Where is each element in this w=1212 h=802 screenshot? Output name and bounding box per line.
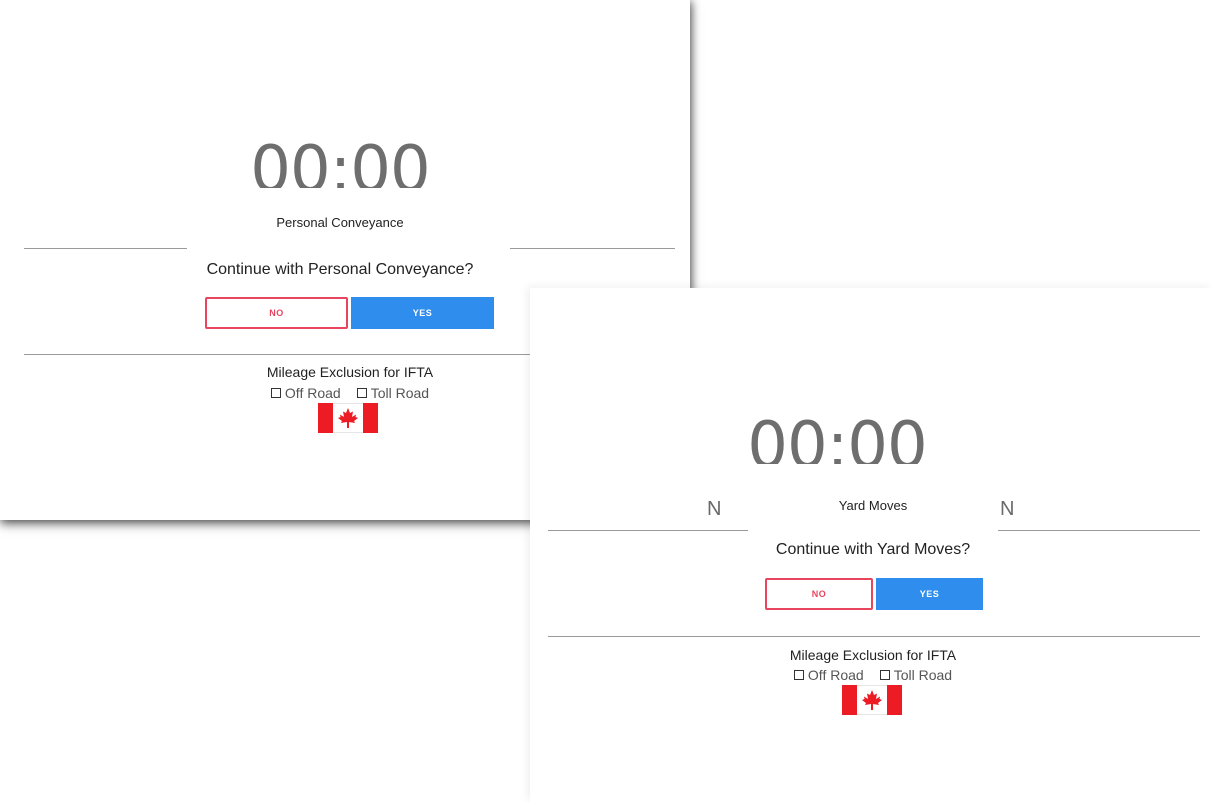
mode-title: Personal Conveyance (276, 215, 404, 230)
checkbox-icon (270, 388, 281, 398)
toll-road-checkbox[interactable]: Toll Road (879, 667, 953, 683)
divider-left (548, 530, 748, 531)
canada-flag-icon[interactable] (318, 403, 378, 433)
toll-road-label: Toll Road (370, 385, 430, 401)
checkbox-icon (793, 670, 804, 680)
ifta-label: Mileage Exclusion for IFTA (266, 364, 434, 380)
divider-right (998, 530, 1200, 531)
toll-road-label: Toll Road (893, 667, 953, 683)
yard-moves-panel: 00:00 N N Yard Moves Continue with Yard … (530, 288, 1212, 802)
no-button[interactable]: NO (205, 297, 348, 329)
ifta-label: Mileage Exclusion for IFTA (789, 647, 957, 663)
mode-title: Yard Moves (838, 498, 908, 513)
timer-display: 00:00 (747, 412, 927, 464)
timer-display: 00:00 (250, 136, 430, 188)
divider-full (548, 636, 1200, 637)
ifta-options: Off Road Toll Road (200, 385, 500, 401)
divider-right (510, 248, 675, 249)
divider-left (24, 248, 187, 249)
off-road-checkbox[interactable]: Off Road (270, 385, 341, 401)
checkbox-icon (879, 670, 890, 680)
confirm-question: Continue with Personal Conveyance? (206, 261, 474, 278)
off-road-checkbox[interactable]: Off Road (793, 667, 864, 683)
confirm-question: Continue with Yard Moves? (775, 541, 971, 558)
off-road-label: Off Road (284, 385, 341, 401)
yes-button[interactable]: YES (351, 297, 494, 329)
status-letter-right: N (1000, 498, 1015, 520)
canada-flag-icon[interactable] (842, 685, 902, 715)
divider-full (24, 354, 532, 355)
off-road-label: Off Road (807, 667, 864, 683)
ifta-options: Off Road Toll Road (723, 667, 1023, 683)
toll-road-checkbox[interactable]: Toll Road (356, 385, 430, 401)
status-letter-left: N (707, 498, 722, 520)
checkbox-icon (356, 388, 367, 398)
yes-button[interactable]: YES (876, 578, 983, 610)
no-button[interactable]: NO (765, 578, 873, 610)
